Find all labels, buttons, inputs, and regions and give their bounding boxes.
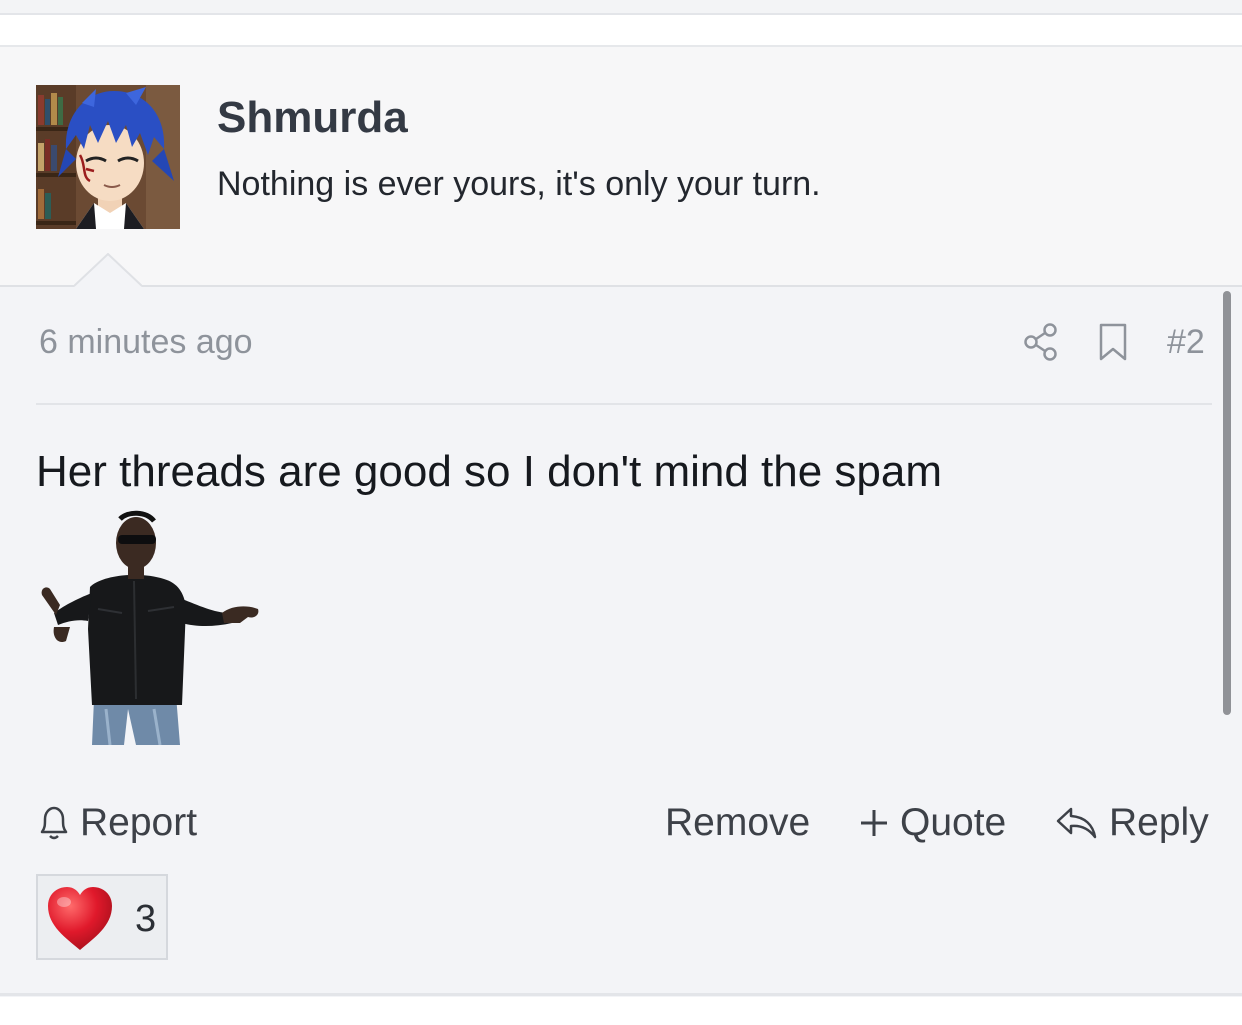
bell-icon [36, 803, 72, 843]
forum-post-page: Shmurda Nothing is ever yours, it's only… [0, 0, 1242, 1025]
report-button[interactable]: Report [36, 801, 197, 845]
remove-button[interactable]: Remove [665, 801, 810, 845]
quote-button[interactable]: Quote [858, 801, 1006, 845]
post-header-divider [36, 403, 1212, 405]
author-signature: Nothing is ever yours, it's only your tu… [217, 165, 821, 203]
reply-button[interactable]: Reply [1055, 801, 1209, 845]
post-number-link[interactable]: #2 [1167, 323, 1205, 362]
author-card: Shmurda Nothing is ever yours, it's only… [0, 45, 1242, 287]
post-body: 6 minutes ago #2 Her threads are good so… [0, 285, 1242, 997]
reply-arrow-icon [1055, 803, 1099, 843]
plus-icon [858, 803, 890, 843]
post-message-text: Her threads are good so I don't mind the… [36, 447, 943, 496]
remove-label: Remove [665, 801, 811, 844]
author-avatar[interactable] [36, 85, 180, 229]
report-label: Report [80, 801, 198, 844]
bookmark-icon[interactable] [1097, 322, 1129, 362]
post-timestamp[interactable]: 6 minutes ago [39, 323, 253, 362]
card-pointer [74, 253, 142, 287]
quote-label: Quote [900, 801, 1007, 844]
author-name[interactable]: Shmurda [217, 93, 408, 143]
scrollbar[interactable] [1223, 291, 1231, 715]
reaction-badge[interactable]: 3 [36, 874, 168, 960]
previous-post-edge [0, 0, 1242, 15]
post-bottom-border [0, 993, 1242, 996]
shrugging-man-gif[interactable] [36, 509, 262, 746]
reaction-count: 3 [135, 898, 157, 940]
reply-label: Reply [1109, 801, 1209, 844]
share-icon[interactable] [1022, 322, 1060, 362]
heart-icon [44, 884, 116, 954]
